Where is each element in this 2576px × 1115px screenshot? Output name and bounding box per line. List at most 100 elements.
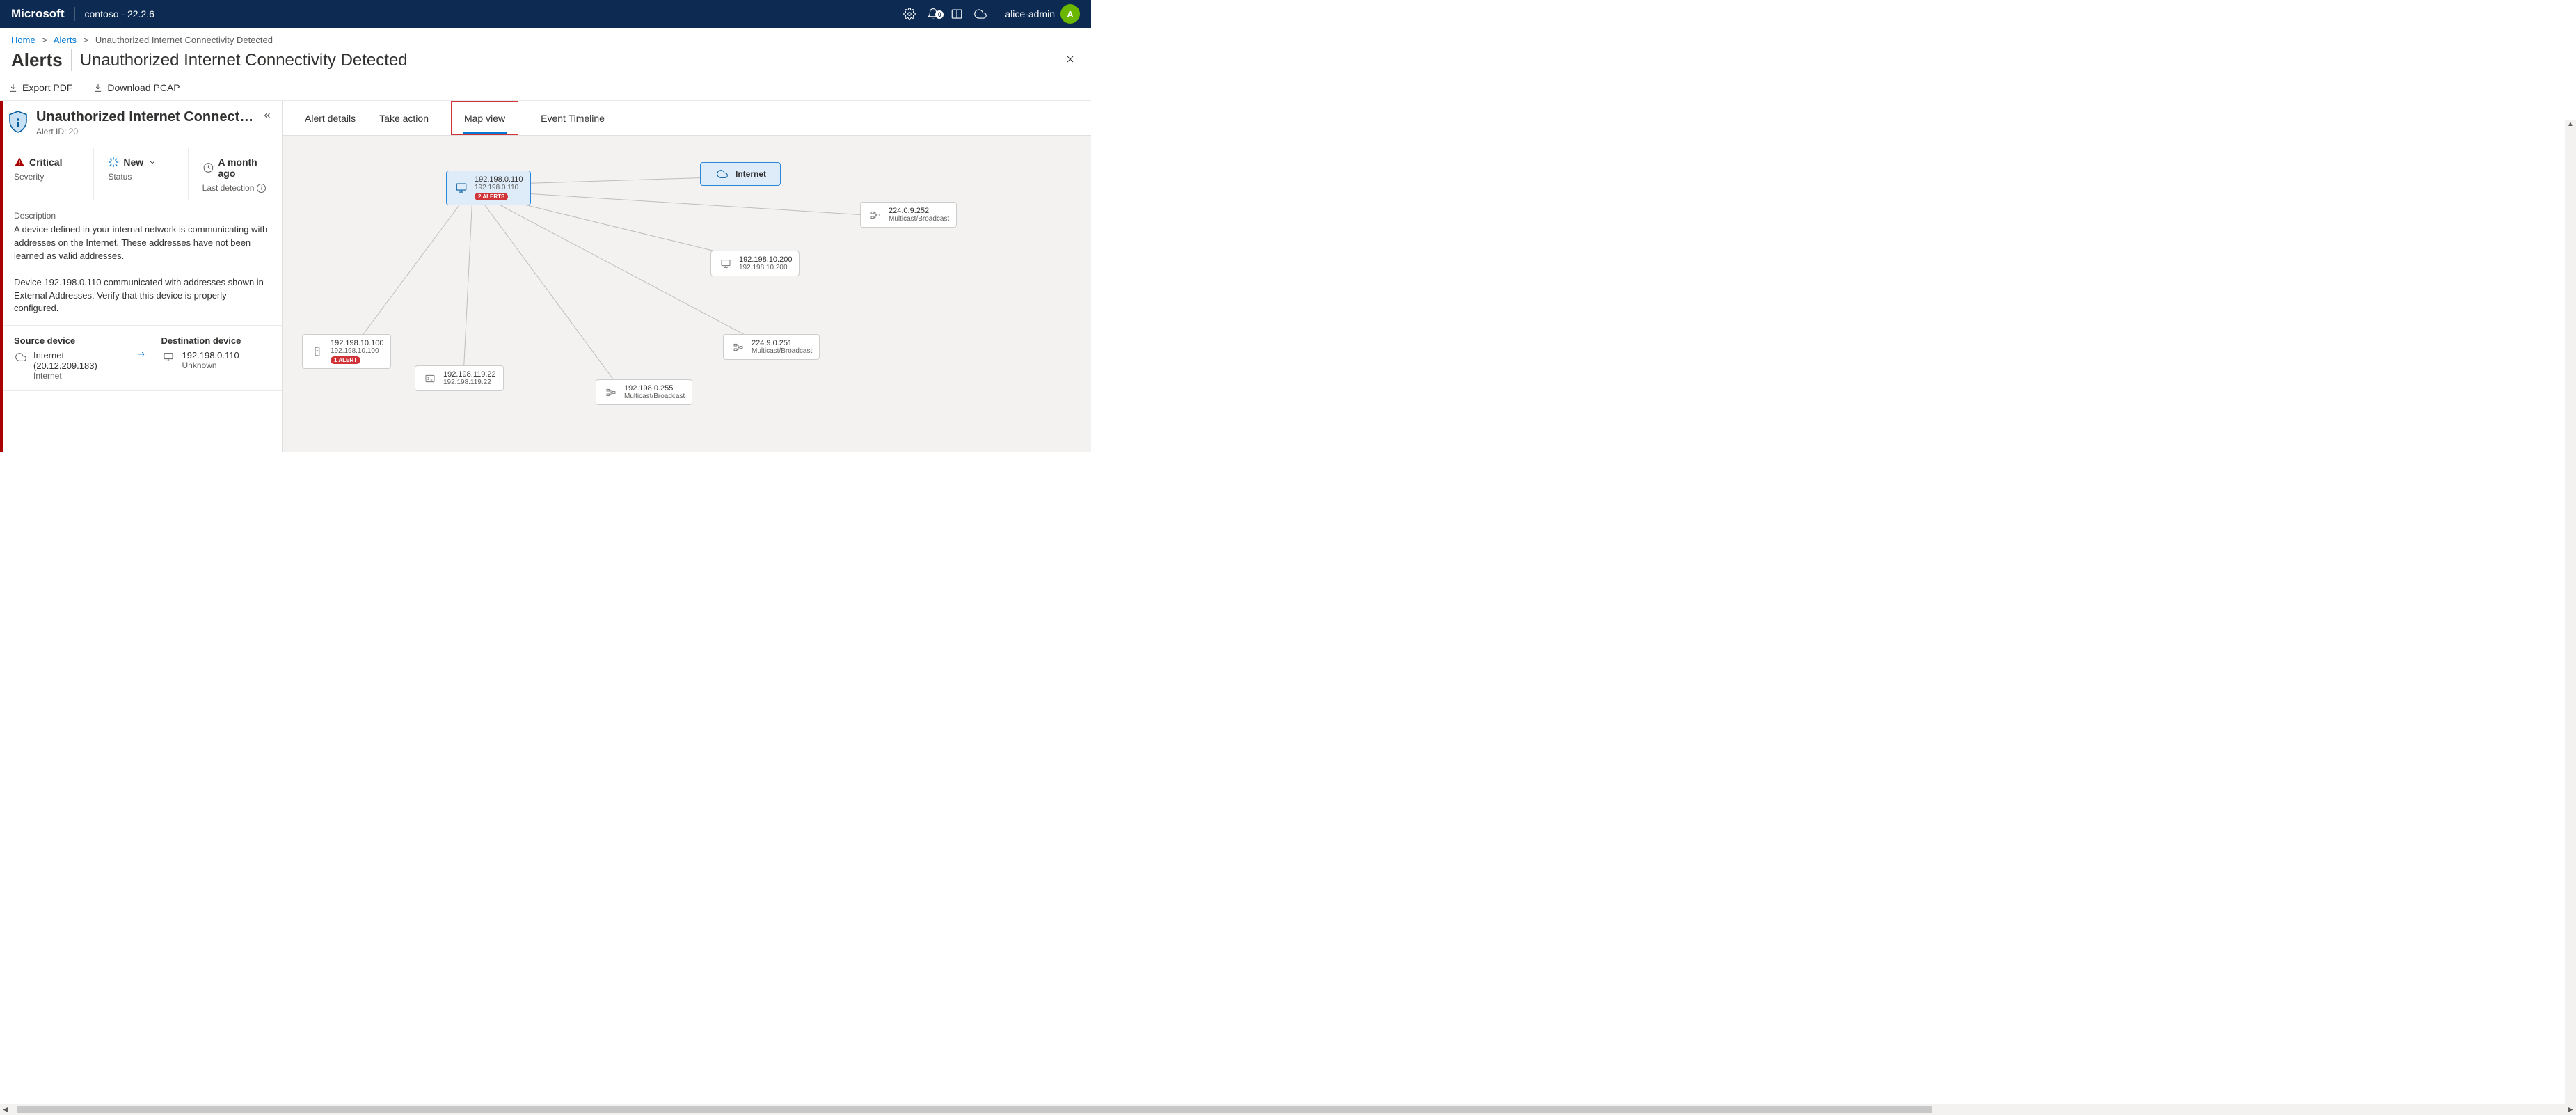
destination-device-type: Unknown bbox=[182, 361, 239, 370]
node-primary-badge: 2 ALERTS bbox=[475, 193, 508, 200]
page-title-bar: Alerts Unauthorized Internet Connectivit… bbox=[0, 49, 1091, 75]
description-label: Description bbox=[14, 210, 268, 222]
node-1-badge: 1 ALERT bbox=[331, 356, 360, 364]
node-5-title: 192.198.10.200 bbox=[739, 255, 792, 264]
info-icon[interactable]: i bbox=[257, 184, 266, 193]
node-6-sub: Multicast/Broadcast bbox=[889, 215, 949, 223]
node-1-sub: 192.198.10.100 bbox=[331, 347, 383, 355]
brand-label: Microsoft bbox=[11, 7, 75, 21]
node-2-title: 192.198.119.22 bbox=[443, 370, 496, 379]
breadcrumb-alerts[interactable]: Alerts bbox=[54, 35, 77, 45]
network-icon bbox=[731, 342, 746, 353]
tab-take-action[interactable]: Take action bbox=[378, 101, 430, 135]
network-icon bbox=[868, 209, 883, 221]
severity-value: Critical bbox=[29, 157, 62, 168]
detection-label: Last detection bbox=[202, 183, 255, 193]
vertical-scrollbar[interactable]: ▲ bbox=[2565, 120, 2576, 1104]
monitor-device-icon bbox=[161, 351, 177, 365]
alert-id-label: Alert ID: 20 bbox=[36, 127, 257, 136]
collapse-panel-icon[interactable] bbox=[262, 111, 272, 122]
download-pcap-button[interactable]: Download PCAP bbox=[90, 79, 182, 96]
map-node-4[interactable]: 224.9.0.251 Multicast/Broadcast bbox=[723, 334, 820, 360]
tabs-bar: Alert details Take action Map view Event… bbox=[283, 101, 1091, 136]
status-dropdown-icon[interactable] bbox=[148, 157, 157, 167]
description-p1: A device defined in your internal networ… bbox=[14, 223, 268, 263]
network-icon bbox=[603, 387, 619, 398]
destination-device-name: 192.198.0.110 bbox=[182, 350, 239, 361]
monitor-icon bbox=[454, 182, 469, 194]
detection-metric: A month ago Last detection i bbox=[189, 148, 282, 200]
settings-icon[interactable] bbox=[898, 8, 921, 20]
tab-map-view-highlighted: Map view bbox=[451, 101, 518, 135]
clock-icon bbox=[202, 161, 214, 174]
main-area: Unauthorized Internet Connect… Alert ID:… bbox=[0, 101, 1091, 452]
map-node-primary[interactable]: 192.198.0.110 192.198.0.110 2 ALERTS bbox=[446, 171, 531, 205]
page-subtitle: Unauthorized Internet Connectivity Detec… bbox=[72, 51, 408, 70]
left-panel: Unauthorized Internet Connect… Alert ID:… bbox=[0, 101, 283, 452]
description-p2: Device 192.198.0.110 communicated with a… bbox=[14, 276, 268, 316]
status-label: Status bbox=[108, 172, 179, 182]
map-canvas[interactable]: 192.198.0.110 192.198.0.110 2 ALERTS Int… bbox=[283, 136, 1091, 452]
source-device-type: Internet bbox=[33, 371, 121, 381]
shield-alert-icon bbox=[6, 109, 31, 134]
monitor-icon bbox=[718, 258, 733, 269]
node-1-title: 192.198.10.100 bbox=[331, 339, 383, 347]
user-avatar[interactable]: A bbox=[1060, 4, 1080, 24]
tab-alert-details[interactable]: Alert details bbox=[303, 101, 357, 135]
tenant-label: contoso - 22.2.6 bbox=[75, 8, 154, 19]
cloud-icon bbox=[715, 168, 730, 180]
breadcrumb: Home > Alerts > Unauthorized Internet Co… bbox=[0, 28, 1091, 49]
map-node-3[interactable]: 192.198.0.255 Multicast/Broadcast bbox=[596, 379, 692, 405]
destination-device-label: Destination device bbox=[161, 335, 269, 346]
breadcrumb-current: Unauthorized Internet Connectivity Detec… bbox=[95, 35, 273, 45]
command-bar: Export PDF Download PCAP bbox=[0, 75, 1091, 101]
export-pdf-label: Export PDF bbox=[22, 82, 72, 93]
server-icon bbox=[310, 345, 325, 358]
tab-map-view[interactable]: Map view bbox=[463, 102, 507, 134]
node-3-title: 192.198.0.255 bbox=[624, 384, 685, 393]
severity-indicator-bar bbox=[0, 101, 3, 452]
critical-icon bbox=[14, 157, 25, 168]
node-3-sub: Multicast/Broadcast bbox=[624, 393, 685, 400]
cloud-device-icon bbox=[14, 351, 28, 365]
detection-value: A month ago bbox=[218, 157, 273, 179]
arrow-right-icon bbox=[135, 349, 148, 361]
terminal-icon bbox=[422, 373, 438, 384]
status-new-icon bbox=[108, 157, 119, 168]
tab-event-timeline[interactable]: Event Timeline bbox=[539, 101, 606, 135]
username-label: alice-admin bbox=[1005, 8, 1055, 19]
cloud-icon[interactable] bbox=[969, 8, 992, 20]
map-node-internet[interactable]: Internet bbox=[700, 162, 781, 186]
download-pcap-label: Download PCAP bbox=[107, 82, 180, 93]
source-device-name: Internet (20.12.209.183) bbox=[33, 350, 121, 371]
node-primary-sub: 192.198.0.110 bbox=[475, 184, 523, 191]
page-section-title: Alerts bbox=[11, 49, 72, 71]
severity-metric: Critical Severity bbox=[0, 148, 94, 200]
status-value: New bbox=[123, 157, 143, 168]
node-primary-title: 192.198.0.110 bbox=[475, 175, 523, 184]
source-device-label: Source device bbox=[14, 335, 121, 346]
node-4-title: 224.9.0.251 bbox=[752, 339, 812, 347]
breadcrumb-home[interactable]: Home bbox=[11, 35, 35, 45]
top-nav-bar: Microsoft contoso - 22.2.6 0 alice-admin… bbox=[0, 0, 1091, 28]
scrollbar-thumb[interactable] bbox=[17, 1106, 1932, 1113]
status-metric: New Status bbox=[94, 148, 188, 200]
notifications-icon[interactable]: 0 bbox=[921, 8, 945, 20]
map-node-1[interactable]: 192.198.10.100 192.198.10.100 1 ALERT bbox=[302, 334, 391, 369]
alert-title: Unauthorized Internet Connect… bbox=[36, 109, 257, 125]
export-pdf-button[interactable]: Export PDF bbox=[6, 79, 75, 96]
map-node-2[interactable]: 192.198.119.22 192.198.119.22 bbox=[415, 365, 504, 391]
node-5-sub: 192.198.10.200 bbox=[739, 264, 792, 271]
map-node-5[interactable]: 192.198.10.200 192.198.10.200 bbox=[710, 251, 800, 276]
horizontal-scrollbar[interactable]: ◀ ▶ bbox=[0, 1104, 2576, 1115]
node-2-sub: 192.198.119.22 bbox=[443, 379, 496, 386]
right-panel: Alert details Take action Map view Event… bbox=[283, 101, 1091, 452]
severity-label: Severity bbox=[14, 172, 85, 182]
close-button[interactable] bbox=[1060, 49, 1080, 71]
map-node-6[interactable]: 224.0.9.252 Multicast/Broadcast bbox=[860, 202, 957, 228]
notification-badge: 0 bbox=[935, 10, 944, 19]
library-icon[interactable] bbox=[945, 8, 969, 20]
node-6-title: 224.0.9.252 bbox=[889, 207, 949, 215]
node-4-sub: Multicast/Broadcast bbox=[752, 347, 812, 355]
internet-label: Internet bbox=[736, 169, 766, 179]
